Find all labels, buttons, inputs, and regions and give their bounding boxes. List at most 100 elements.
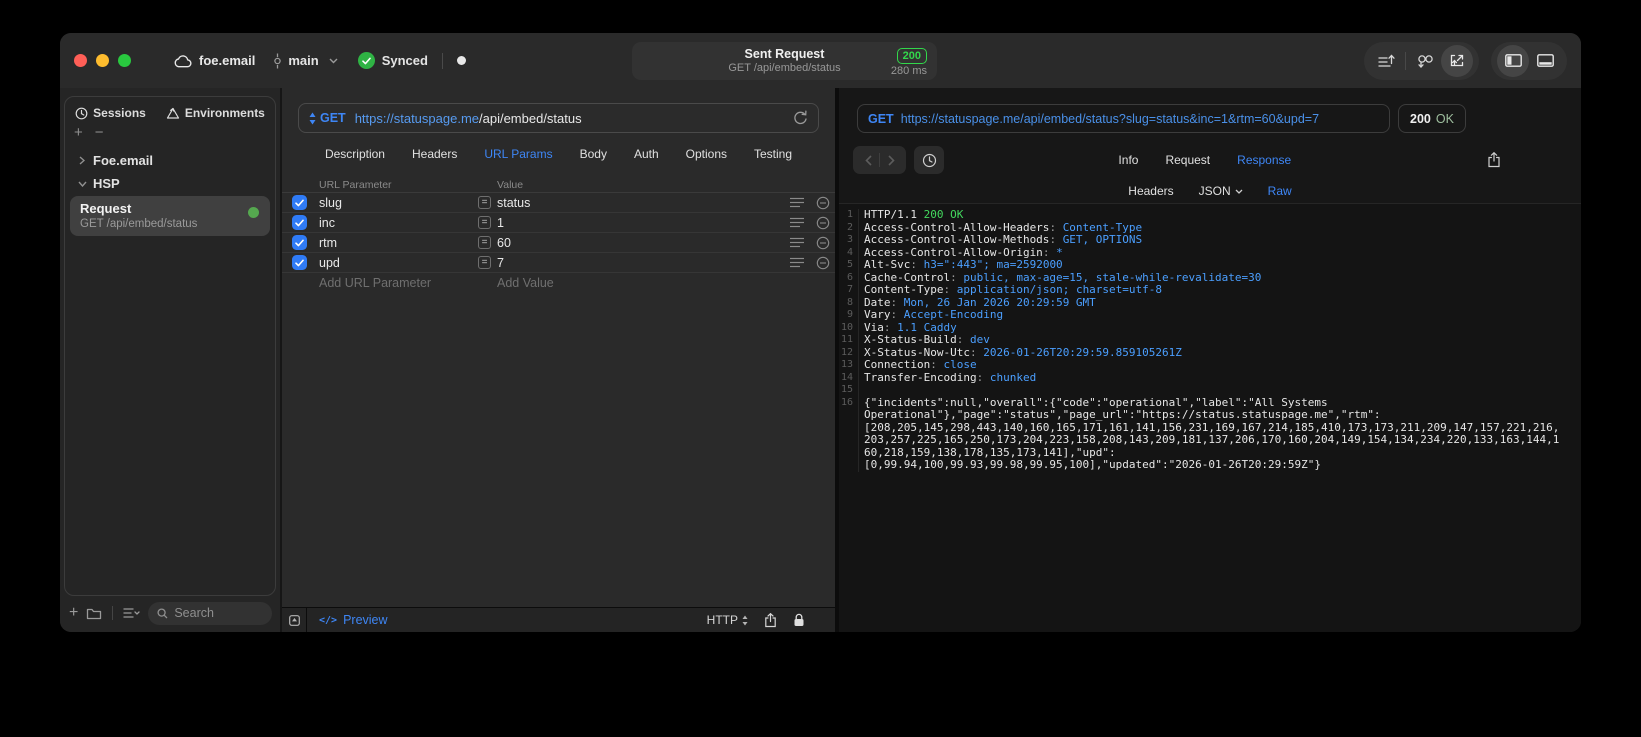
import-request-button[interactable]: [1441, 44, 1473, 77]
sidebar-tab-environments[interactable]: Environments: [166, 106, 265, 120]
code-token: Operational"},"page":"status","page_url"…: [864, 408, 1381, 421]
code-token: Content-Type: [1062, 220, 1143, 234]
line-number: 13: [840, 359, 853, 370]
tab-response[interactable]: Response: [1237, 153, 1291, 167]
code-token: Mon, 26 Jan 2026 20:29:59 GMT: [903, 295, 1096, 309]
row-options-icon[interactable]: [790, 217, 804, 228]
tree-group-foe-email[interactable]: Foe.email: [65, 149, 275, 172]
code-token: :: [883, 320, 898, 334]
line-number: 1: [846, 209, 853, 220]
row-options-icon[interactable]: [790, 257, 804, 268]
response-status-box: 200 OK: [1398, 104, 1466, 133]
param-value-field[interactable]: 1: [497, 216, 790, 230]
line-number: 14: [840, 371, 853, 383]
param-value-field[interactable]: status: [497, 196, 790, 210]
back-button[interactable]: [857, 149, 879, 171]
tab-options[interactable]: Options: [686, 147, 727, 165]
param-checkbox[interactable]: [292, 215, 307, 230]
request-list-item-selected[interactable]: Request GET /api/embed/status: [70, 196, 270, 236]
remove-row-button[interactable]: [816, 216, 830, 230]
sent-request-url[interactable]: GET https://statuspage.me/api/embed/stat…: [857, 104, 1390, 133]
request-status-dot: [248, 207, 259, 218]
add-session-button[interactable]: +: [74, 125, 83, 140]
param-checkbox[interactable]: [292, 235, 307, 250]
toggle-sidebar-button[interactable]: [1497, 44, 1529, 77]
new-request-button[interactable]: +: [69, 605, 78, 621]
history-button[interactable]: [914, 146, 944, 174]
url-path[interactable]: /api/embed/status: [479, 111, 582, 126]
param-checkbox[interactable]: [292, 195, 307, 210]
send-queue-button[interactable]: [1370, 45, 1402, 77]
param-name-field[interactable]: rtm: [319, 236, 478, 250]
tab-description[interactable]: Description: [325, 147, 385, 165]
param-name-field[interactable]: inc: [319, 216, 478, 230]
list-options-button[interactable]: [123, 607, 140, 619]
equals-type-icon[interactable]: =: [478, 216, 491, 229]
add-param-value-placeholder[interactable]: Add Value: [497, 276, 554, 290]
footer-divider: [112, 606, 114, 620]
request-url-bar[interactable]: GET https://statuspage.me /api/embed/sta…: [298, 103, 819, 133]
tab-url-params[interactable]: URL Params: [484, 147, 552, 165]
param-checkbox[interactable]: [292, 255, 307, 270]
line-number: [839, 459, 858, 472]
tab-testing[interactable]: Testing: [754, 147, 792, 165]
code-line-text: [0,99.94,100,99.93,99.98,99.95,100],"upd…: [859, 458, 1581, 472]
share-icon: [764, 612, 777, 628]
search-input[interactable]: Search: [148, 601, 272, 625]
remove-row-button[interactable]: [816, 196, 830, 210]
tab-request[interactable]: Request: [1165, 153, 1210, 167]
url-host[interactable]: https://statuspage.me: [355, 111, 479, 126]
expand-editor-button[interactable]: [282, 608, 307, 632]
preview-label: Preview: [343, 613, 388, 627]
branch-sync-button[interactable]: [1409, 45, 1441, 77]
param-name-field[interactable]: slug: [319, 196, 478, 210]
tab-auth[interactable]: Auth: [634, 147, 659, 165]
method-label[interactable]: GET: [320, 111, 346, 125]
param-value-field[interactable]: 7: [497, 256, 790, 270]
code-line: [0,99.94,100,99.93,99.98,99.95,100],"upd…: [839, 458, 1581, 472]
new-folder-button[interactable]: [86, 607, 102, 620]
remove-row-button[interactable]: [816, 236, 830, 250]
forward-button[interactable]: [880, 149, 902, 171]
tree-group-hsp[interactable]: HSP: [65, 172, 275, 195]
sidebar-tab-sessions[interactable]: Sessions: [75, 106, 146, 120]
code-token: dev: [969, 333, 990, 346]
tab-info[interactable]: Info: [1118, 153, 1138, 167]
param-value-field[interactable]: 60: [497, 236, 790, 250]
protocol-selector[interactable]: HTTP: [707, 613, 748, 627]
history-nav: [853, 146, 906, 174]
sent-request-summary[interactable]: Sent Request GET /api/embed/status 200 2…: [632, 42, 937, 80]
add-param-row[interactable]: Add URL Parameter Add Value: [282, 273, 835, 293]
code-token: :: [969, 345, 984, 359]
equals-type-icon[interactable]: =: [478, 256, 491, 269]
equals-type-icon[interactable]: =: [478, 196, 491, 209]
view-tab-json[interactable]: JSON: [1199, 184, 1243, 198]
branch-selector[interactable]: main: [273, 53, 338, 69]
minimize-window-button[interactable]: [96, 54, 109, 67]
lock-button[interactable]: [793, 613, 805, 627]
request-editor-footer: </> Preview HTTP: [282, 607, 835, 632]
project-menu[interactable]: foe.email: [173, 53, 255, 68]
export-button[interactable]: [764, 612, 777, 628]
share-response-button[interactable]: [1487, 152, 1501, 168]
preview-button[interactable]: </> Preview: [319, 613, 388, 627]
request-item-title: Request: [80, 201, 132, 216]
view-tab-raw[interactable]: Raw: [1268, 184, 1292, 198]
param-name-field[interactable]: upd: [319, 256, 478, 270]
equals-type-icon[interactable]: =: [478, 236, 491, 249]
close-window-button[interactable]: [74, 54, 87, 67]
zoom-window-button[interactable]: [118, 54, 131, 67]
tab-headers[interactable]: Headers: [412, 147, 457, 165]
toggle-bottom-panel-button[interactable]: [1529, 45, 1561, 77]
resend-request-button[interactable]: [793, 110, 808, 126]
sync-status[interactable]: Synced: [357, 52, 428, 69]
row-options-icon[interactable]: [790, 197, 804, 208]
remove-row-button[interactable]: [816, 256, 830, 270]
code-token: :: [950, 270, 964, 284]
lock-icon: [793, 613, 805, 627]
view-tab-headers[interactable]: Headers: [1128, 184, 1173, 198]
row-options-icon[interactable]: [790, 237, 804, 248]
tab-body[interactable]: Body: [580, 147, 607, 165]
add-param-name-placeholder[interactable]: Add URL Parameter: [319, 276, 478, 290]
remove-session-button[interactable]: −: [95, 125, 104, 140]
